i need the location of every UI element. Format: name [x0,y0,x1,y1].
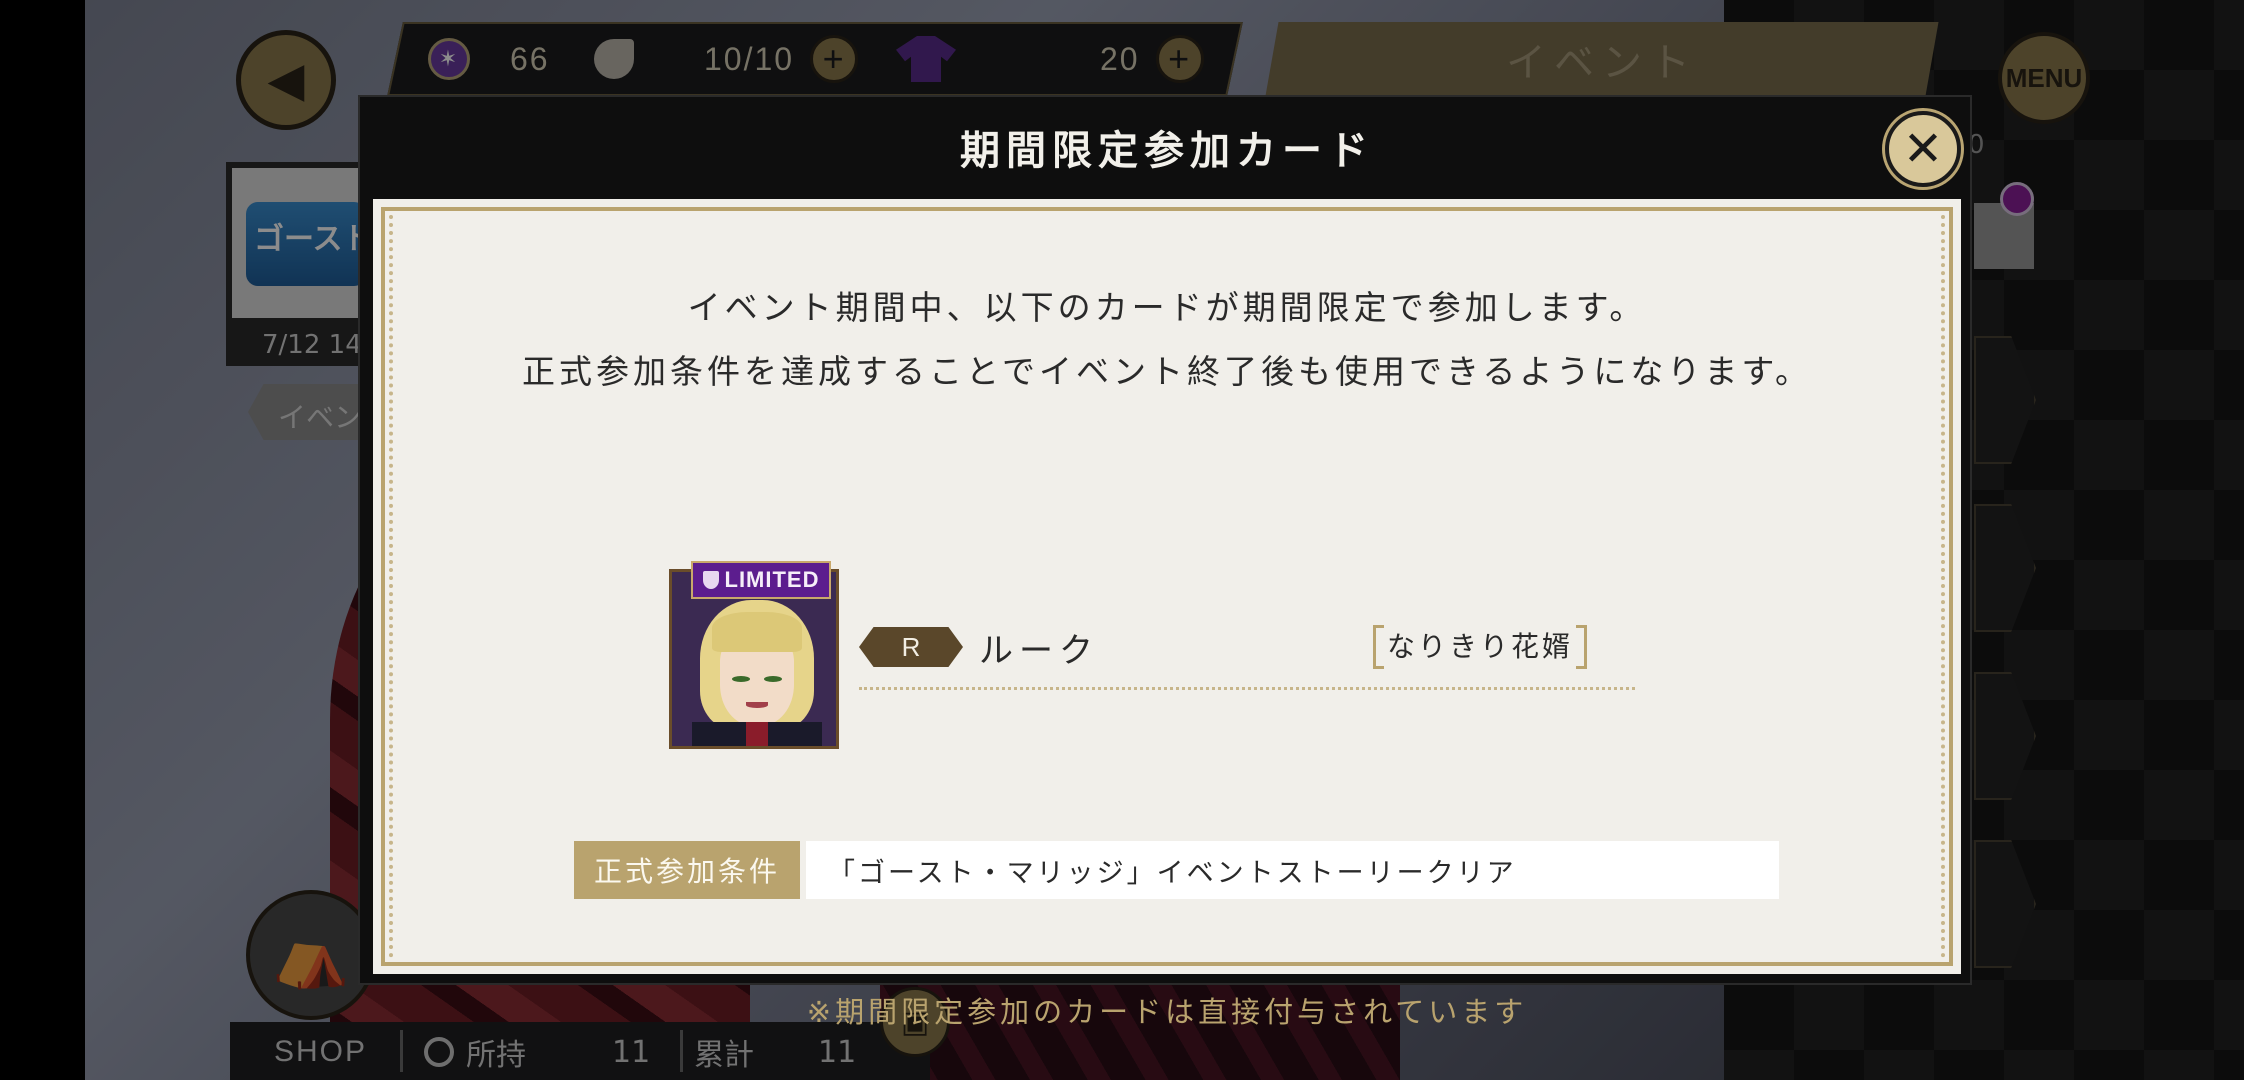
portrait-eye [764,676,782,682]
shield-icon [702,571,719,589]
portrait-mouth [746,702,768,708]
portrait-bangs [712,612,802,652]
dialog-panel: イベント期間中、以下のカードが期間限定で参加します。 正式参加条件を達成すること… [373,199,1961,1029]
close-icon: ✕ [1902,121,1944,177]
limited-label: LIMITED [724,567,820,592]
limited-badge: LIMITED [691,561,831,599]
limited-card-dialog: 期間限定参加カード ✕ イベント期間中、以下のカードが期間限定で参加します。 正… [358,95,1972,1029]
condition-value: 「ゴースト・マリッジ」イベントストーリークリア [806,841,1779,899]
character-name: ルーク [979,631,1099,671]
footnote: ※期間限定参加のカードは直接付与されています [806,995,1528,1029]
portrait-eye [732,676,750,682]
description-line-1: イベント期間中、以下のカードが期間限定で参加します。 [687,288,1647,327]
condition-label: 正式参加条件 [574,841,800,899]
portrait-tie [746,722,768,746]
card-divider [859,687,1635,690]
rarity-badge: R [859,627,963,667]
description-line-2: 正式参加条件を達成することでイベント終了後も使用できるようになります。 [521,352,1813,391]
card-title: なりきり花婿 [1373,625,1588,669]
dialog-title: 期間限定参加カード [960,128,1374,174]
close-button[interactable]: ✕ [1885,111,1961,187]
